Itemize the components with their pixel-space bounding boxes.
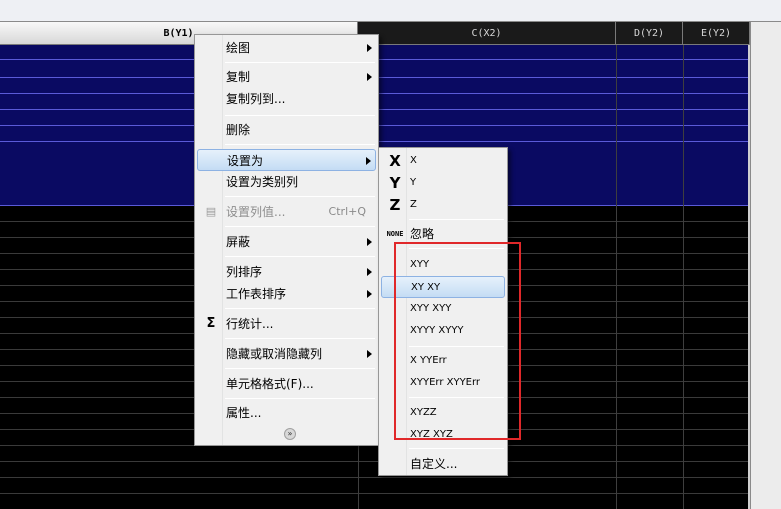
set-as-menu-item-label: 自定义...	[410, 457, 458, 471]
set-as-menu-item[interactable]: 自定义...	[381, 453, 505, 475]
x-icon: X	[389, 152, 401, 170]
context-menu-item[interactable]: Σ 行统计...	[197, 313, 376, 335]
context-menu-item[interactable]: 设置为类别列	[197, 171, 376, 193]
submenu-arrow-icon	[367, 44, 372, 52]
menu-separator	[225, 144, 375, 145]
submenu-arrow-icon	[367, 268, 372, 276]
context-menu-item[interactable]: 绘图	[197, 37, 376, 59]
submenu-arrow-icon	[367, 238, 372, 246]
context-menu-item-label: 屏蔽	[226, 235, 251, 249]
context-menu-item-label: 隐藏或取消隐藏列	[226, 347, 323, 361]
menu-separator	[225, 338, 375, 339]
table-row[interactable]	[0, 462, 750, 478]
context-menu-item-label: 复制列到...	[226, 92, 286, 106]
context-menu-item[interactable]: 隐藏或取消隐藏列	[197, 343, 376, 365]
menu-separator	[225, 62, 375, 63]
menu-separator	[225, 226, 375, 227]
menu-separator	[225, 368, 375, 369]
context-menu-item[interactable]: ▤ 设置列值... Ctrl+Q	[197, 201, 376, 223]
menu-separator	[409, 448, 504, 449]
column-header-c[interactable]: C(X2)	[358, 22, 616, 45]
context-menu-item-label: 工作表排序	[226, 287, 287, 301]
context-menu-item-label: 复制	[226, 70, 251, 84]
menu-separator	[225, 256, 375, 257]
table-row[interactable]	[0, 478, 750, 494]
menu-separator	[225, 308, 375, 309]
set-as-menu-item[interactable]: YY	[381, 172, 505, 194]
right-panel	[750, 22, 781, 509]
context-menu-item[interactable]: 属性...	[197, 402, 376, 424]
column-header-bar: B(Y1) C(X2) D(Y2) E(Y2)	[0, 22, 781, 45]
context-menu-item[interactable]: 列排序	[197, 261, 376, 283]
context-menu-item[interactable]: 工作表排序	[197, 283, 376, 305]
context-menu-item-label: 列排序	[226, 265, 263, 279]
menu-separator	[409, 219, 504, 220]
context-menu-item-label: 属性...	[226, 406, 262, 420]
context-menu-item-label: 设置列值...	[226, 205, 286, 219]
column-divider	[616, 45, 617, 509]
submenu-arrow-icon	[367, 73, 372, 81]
context-menu-item-label: 设置为	[227, 154, 264, 168]
z-icon: Z	[389, 196, 401, 214]
context-menu-item[interactable]: 复制	[197, 66, 376, 88]
context-menu-item[interactable]: 单元格格式(F)...	[197, 373, 376, 395]
context-menu-item-label: 设置为类别列	[226, 175, 299, 189]
shortcut-hint: Ctrl+Q	[328, 205, 366, 218]
column-divider	[683, 45, 684, 509]
context-menu-item[interactable]: 复制列到...	[197, 88, 376, 110]
menu-separator	[225, 196, 375, 197]
submenu-arrow-icon	[367, 350, 372, 358]
set-as-menu-item[interactable]: XX	[381, 150, 505, 172]
column-header-d[interactable]: D(Y2)	[616, 22, 683, 45]
context-menu-item-label: 绘图	[226, 41, 251, 55]
submenu-arrow-icon	[366, 157, 371, 165]
context-menu-item-label: 行统计...	[226, 317, 274, 331]
annotation-highlight-box	[394, 242, 521, 440]
context-menu-item-label: 删除	[226, 123, 251, 137]
column-context-menu: 绘图复制复制列到... 删除设置为设置为类别列 ▤ 设置列值... Ctrl+Q 屏蔽列排…	[194, 34, 379, 446]
context-menu-item[interactable]: 设置为	[197, 149, 376, 171]
menu-separator	[225, 398, 375, 399]
set-as-menu-item-label: Y	[410, 177, 417, 188]
set-as-menu-item-label: X	[410, 155, 417, 166]
row-statistics-icon: Σ	[206, 316, 216, 331]
context-menu-item[interactable]: 屏蔽	[197, 231, 376, 253]
toolbar-strip	[0, 0, 781, 22]
context-menu-item[interactable]: 删除	[197, 119, 376, 141]
table-row[interactable]	[0, 494, 750, 509]
column-header-e[interactable]: E(Y2)	[683, 22, 750, 45]
context-menu-item-label: 单元格格式(F)...	[226, 377, 314, 391]
table-row[interactable]	[0, 446, 750, 462]
double-chevron-down-icon[interactable]: »	[284, 428, 296, 440]
set-as-menu-item[interactable]: ZZ	[381, 194, 505, 216]
set-as-menu-item-label: Z	[410, 199, 417, 210]
set-column-values-icon: ▤	[205, 205, 217, 218]
submenu-arrow-icon	[367, 290, 372, 298]
y-icon: Y	[389, 174, 401, 192]
menu-separator	[225, 115, 375, 116]
